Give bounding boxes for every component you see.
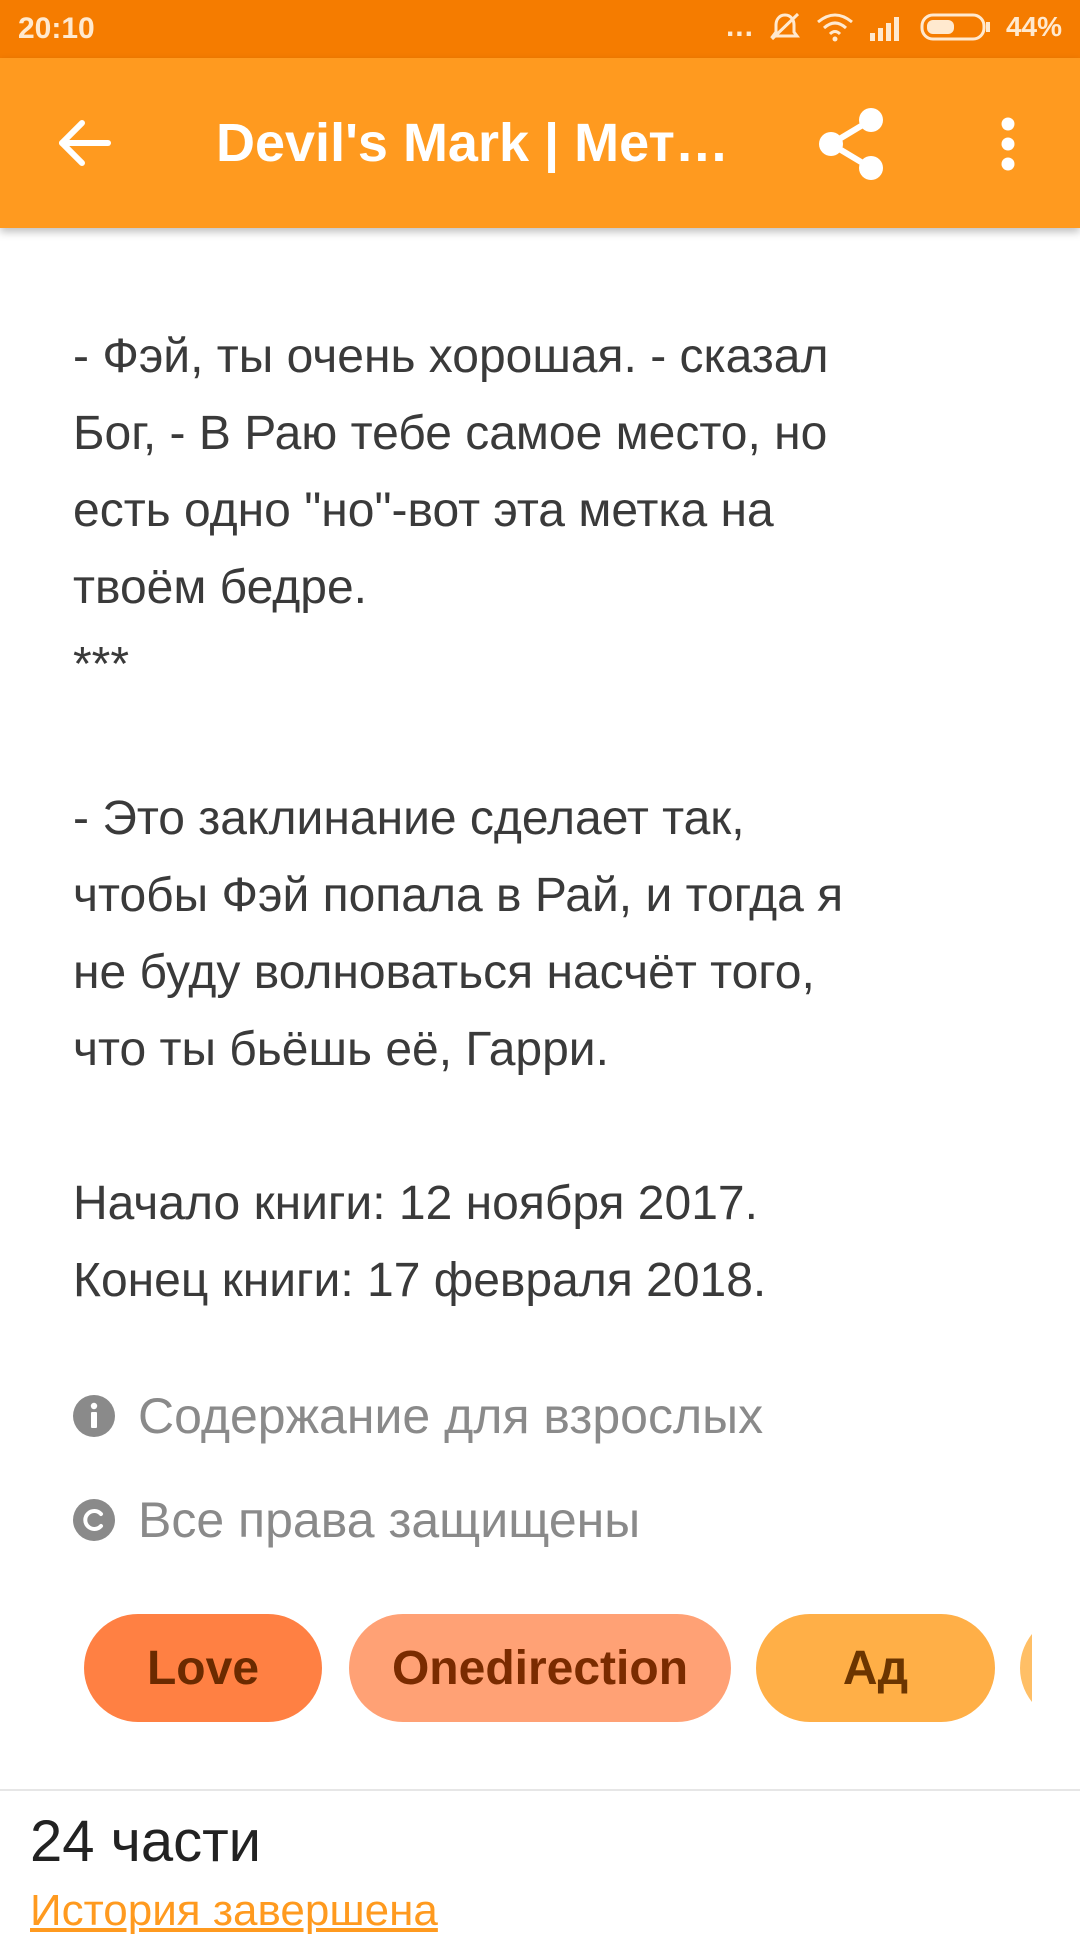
mute-vibrate-icon	[768, 11, 802, 43]
info-icon	[72, 1394, 116, 1438]
parts-count: 24 части	[30, 1809, 262, 1874]
copyright-icon	[72, 1498, 116, 1542]
battery-percent: 44%	[1005, 11, 1062, 42]
tag-list: Love Onedirection Ад	[84, 1614, 1032, 1724]
mature-content-label: Содержание для взрослых	[138, 1388, 764, 1444]
app-bar: Devil's Mark | Метка Дьявола	[0, 58, 1080, 228]
divider	[0, 1789, 1080, 1791]
status-time: 20:10	[18, 12, 95, 45]
story-description: - Фэй, ты очень хорошая. - сказал Бог, -…	[73, 330, 844, 1307]
tag-chip[interactable]: Onedirection	[349, 1614, 731, 1722]
page-title: Devil's Mark | Метка Дьявола	[216, 113, 746, 173]
more-vert-icon	[1001, 117, 1015, 171]
tag-chip[interactable]: Ад	[756, 1614, 995, 1722]
share-icon	[819, 108, 883, 180]
signal-icon	[868, 13, 906, 41]
story-status: История завершена	[30, 1886, 438, 1935]
more-dots-icon: ...	[725, 10, 754, 43]
arrow-back-icon	[59, 120, 111, 166]
story-description-container: - Фэй, ты очень хорошая. - сказал Бог, -…	[73, 318, 1033, 1319]
back-button[interactable]	[40, 108, 130, 178]
tag-chip[interactable]: Love	[84, 1614, 322, 1722]
battery-icon	[920, 12, 992, 42]
copyright-label: Все права защищены	[138, 1492, 641, 1548]
wifi-icon	[816, 12, 854, 42]
more-options-button[interactable]	[968, 102, 1048, 186]
tag-chip[interactable]	[1020, 1614, 1032, 1722]
mature-content-row: Содержание для взрослых	[72, 1387, 763, 1445]
share-button[interactable]	[806, 102, 896, 186]
status-bar: 20:10 ... 44%	[0, 0, 1080, 58]
copyright-row: Все права защищены	[72, 1491, 640, 1549]
status-icons: ... 44%	[726, 10, 1062, 44]
